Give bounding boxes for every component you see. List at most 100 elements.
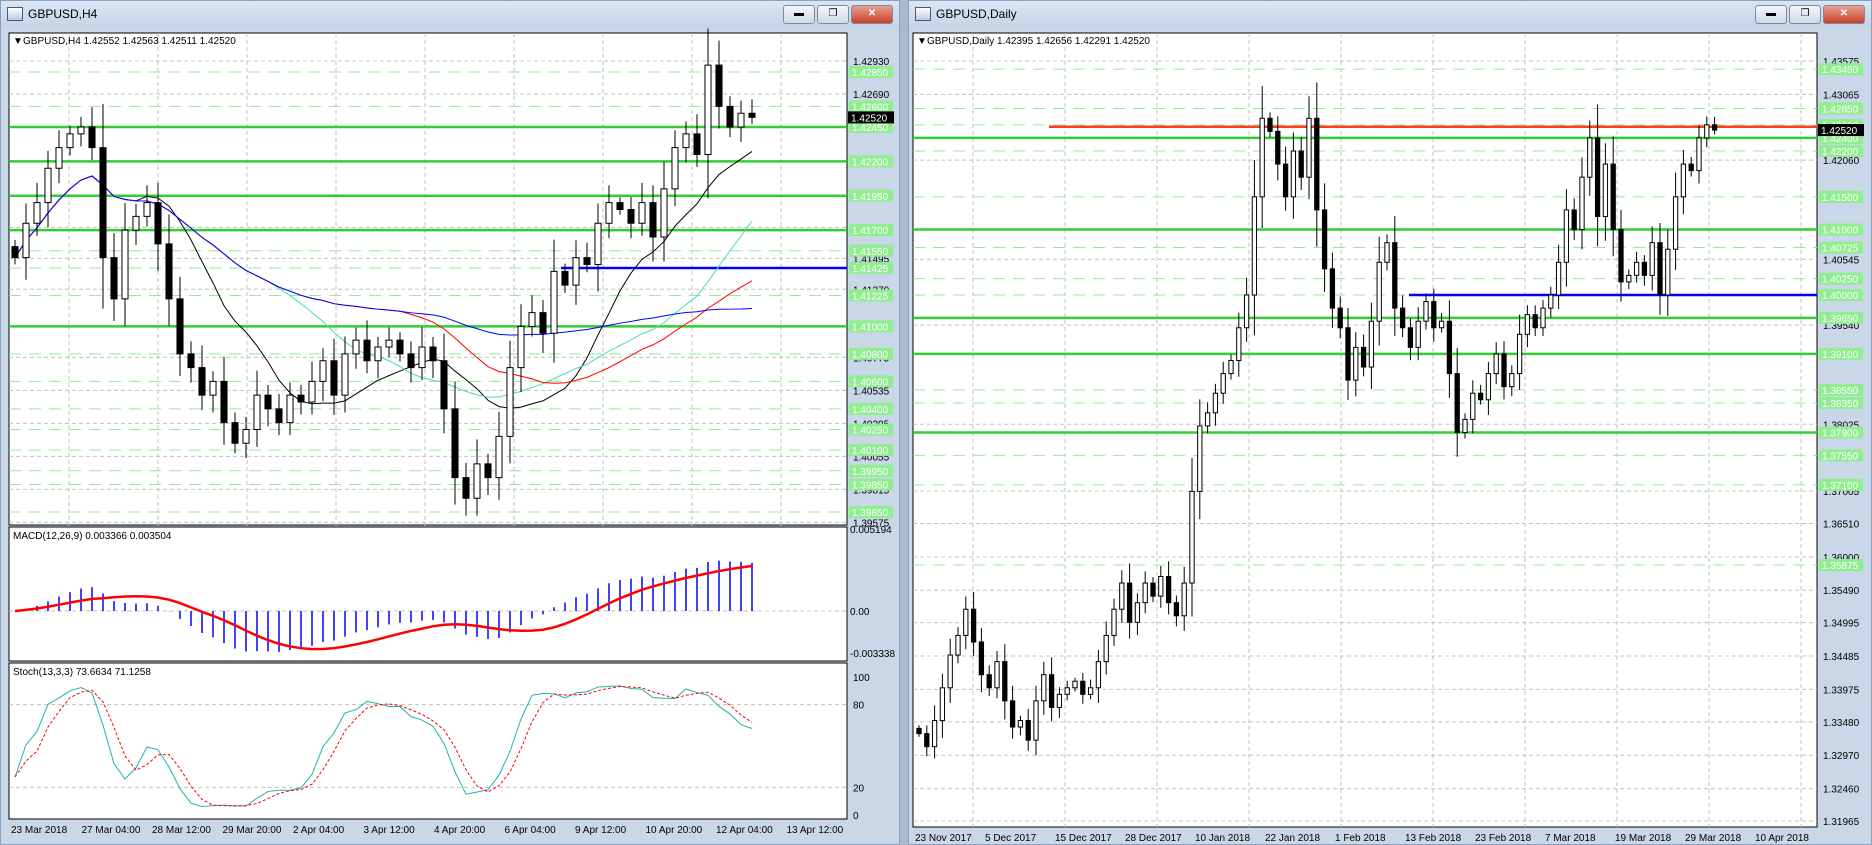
- candle-body: [1119, 582, 1125, 610]
- level-label: 1.41225: [852, 291, 889, 302]
- candle-body: [517, 325, 525, 369]
- price-tick-label: 1.40545: [1823, 255, 1860, 266]
- macd-label: MACD(12,26,9) 0.003366 0.003504: [13, 531, 172, 542]
- h4-chart[interactable]: 1.429301.426901.417201.414951.412701.407…: [1, 27, 899, 845]
- candle-body: [671, 147, 679, 190]
- candle-body: [1134, 602, 1141, 623]
- current-price: 1.42520: [851, 113, 888, 124]
- price-tick-label: 1.32460: [1823, 785, 1860, 796]
- candle-body: [440, 360, 448, 410]
- candle-body: [693, 133, 701, 155]
- candle-body: [1111, 608, 1117, 636]
- candle-body: [374, 346, 382, 362]
- time-axis-label: 5 Dec 2017: [985, 833, 1037, 844]
- restore-button[interactable]: ❐: [1789, 4, 1821, 24]
- candle-body: [77, 126, 85, 135]
- level-label: 1.42200: [1822, 147, 1859, 158]
- candle-body: [1711, 124, 1718, 131]
- candle-body: [1649, 242, 1655, 276]
- candle-body: [1360, 346, 1367, 368]
- candle-body: [1103, 634, 1109, 663]
- candle-body: [1516, 333, 1523, 375]
- candle-body: [11, 246, 19, 259]
- price-tick-label: 1.36510: [1823, 519, 1860, 530]
- candle-body: [352, 339, 360, 355]
- price-tick-label: 1.34995: [1823, 619, 1860, 630]
- candle-body: [407, 353, 415, 369]
- time-axis-label: 12 Apr 04:00: [716, 825, 773, 836]
- stoch-label: Stoch(13,3,3) 73.6634 71.1258: [13, 667, 151, 678]
- candle-body: [649, 202, 657, 238]
- candle-body: [132, 215, 140, 231]
- daily-chart[interactable]: 1.435751.430651.420601.405451.395401.380…: [909, 27, 1871, 845]
- time-axis-label: 28 Dec 2017: [1125, 833, 1182, 844]
- candle-body: [704, 64, 712, 155]
- macd-axis-label: -0.003338: [850, 649, 895, 660]
- candle-body: [1485, 373, 1492, 401]
- close-button[interactable]: ✕: [1823, 4, 1865, 24]
- candle-body: [418, 346, 426, 369]
- candle-body: [1633, 261, 1640, 276]
- candle-body: [187, 353, 195, 369]
- time-axis-label: 19 Mar 2018: [1615, 833, 1672, 844]
- level-label: 1.41700: [852, 226, 889, 237]
- candle-body: [506, 367, 514, 437]
- minimize-button[interactable]: ▬: [783, 4, 815, 24]
- price-tick-label: 1.35490: [1823, 586, 1860, 597]
- level-label: 1.41500: [1822, 193, 1859, 204]
- candle-body: [1462, 418, 1468, 433]
- time-axis-label: 4 Apr 20:00: [434, 825, 486, 836]
- candle-body: [616, 202, 624, 210]
- candle-body: [297, 394, 305, 403]
- candle-body: [1626, 274, 1632, 283]
- candle-body: [1423, 301, 1429, 322]
- candle-body: [55, 147, 63, 169]
- level-label: 1.39950: [852, 467, 889, 478]
- candle-body: [594, 222, 602, 265]
- candle-body: [1532, 314, 1538, 329]
- close-button[interactable]: ✕: [851, 4, 893, 24]
- candle-body: [341, 353, 349, 396]
- level-label: 1.40725: [1822, 244, 1859, 255]
- candle-body: [1181, 582, 1187, 617]
- candle-body: [1641, 261, 1648, 276]
- candle-body: [1189, 490, 1195, 584]
- candle-body: [1477, 392, 1484, 401]
- restore-button[interactable]: ❐: [817, 4, 849, 24]
- candle-body: [1696, 137, 1702, 172]
- level-label: 1.40250: [1822, 275, 1859, 286]
- candle-body: [986, 674, 992, 689]
- stoch-axis-label: 100: [853, 673, 870, 684]
- candle-body: [1009, 700, 1016, 728]
- h4-chart-window[interactable]: GBPUSD,H4 ▬❐✕ 1.429301.426901.417201.414…: [0, 0, 900, 845]
- candle-body: [198, 367, 206, 396]
- title-bar[interactable]: GBPUSD,Daily ▬ ❐ ✕: [909, 1, 1871, 27]
- level-label: 1.39650: [852, 508, 889, 519]
- candle-body: [154, 202, 162, 245]
- candle-body: [1415, 320, 1421, 348]
- candle-body: [1399, 307, 1406, 329]
- chart-menu-arrow-icon: ▼: [917, 36, 927, 47]
- time-axis-label: 28 Mar 12:00: [152, 825, 211, 836]
- candle-body: [1345, 327, 1351, 381]
- candle-body: [88, 126, 96, 149]
- candle-body: [1142, 582, 1148, 604]
- level-label: 1.40400: [852, 405, 889, 416]
- candle-body: [1368, 320, 1375, 368]
- candle-body: [1548, 294, 1554, 309]
- daily-chart-window[interactable]: GBPUSD,Daily ▬ ❐ ✕ 1.43575 1.43065 1.42060 1.…: [908, 0, 1872, 845]
- minimize-button[interactable]: ▬: [1755, 4, 1787, 24]
- candle-body: [583, 257, 591, 265]
- candle-body: [1571, 209, 1577, 231]
- level-label: 1.35875: [1822, 561, 1859, 572]
- time-axis-label: 7 Mar 2018: [1545, 833, 1596, 844]
- candle-body: [319, 360, 327, 382]
- title-bar[interactable]: GBPUSD,H4 ▬ ❐ ✕: [1, 1, 899, 27]
- candle-body: [660, 188, 668, 238]
- candle-body: [1080, 680, 1086, 695]
- window-title: GBPUSD,Daily: [936, 7, 1017, 21]
- time-axis-label: 23 Nov 2017: [915, 833, 972, 844]
- candle-body: [939, 687, 946, 722]
- candle-body: [99, 147, 107, 259]
- candle-body: [1337, 307, 1343, 329]
